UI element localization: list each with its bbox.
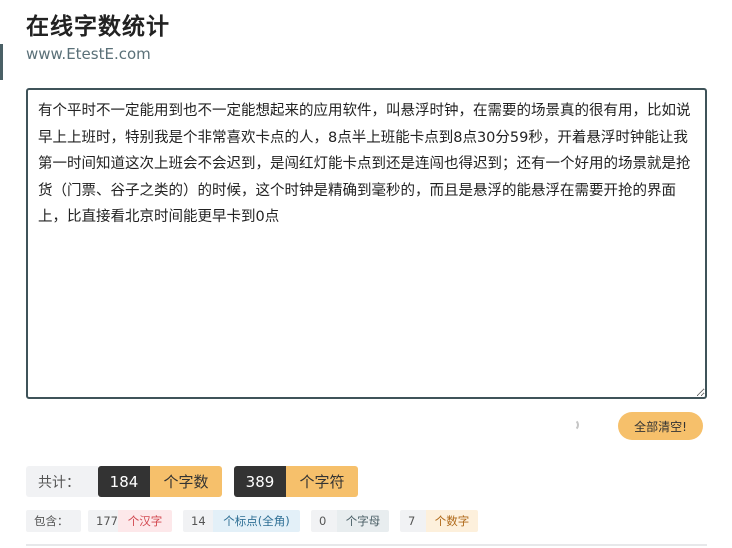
chars-count: 184 bbox=[98, 466, 150, 497]
symbols-count: 389 bbox=[234, 466, 286, 497]
page-header: 在线字数统计 www.EtestE.com bbox=[26, 12, 170, 64]
left-accent-bar bbox=[0, 44, 3, 80]
digits-stat: 7 个数字 bbox=[400, 510, 478, 532]
chars-stat: 184 个字数 bbox=[98, 466, 222, 497]
letters-stat: 0 个字母 bbox=[311, 510, 389, 532]
hanzi-count: 177 bbox=[88, 510, 118, 532]
text-input-wrapper bbox=[26, 88, 707, 399]
hanzi-stat: 177 个汉字 bbox=[88, 510, 172, 532]
page-title: 在线字数统计 bbox=[26, 14, 170, 40]
loading-spinner-icon bbox=[567, 419, 579, 431]
symbols-unit: 个字符 bbox=[286, 466, 358, 497]
divider bbox=[26, 544, 707, 546]
hanzi-unit: 个汉字 bbox=[118, 510, 172, 532]
letters-count: 0 bbox=[311, 510, 337, 532]
detail-breakdown: 包含： 177 个汉字 14 个标点(全角) 0 个字母 7 个数字 bbox=[26, 510, 489, 532]
clear-all-button[interactable]: 全部清空! bbox=[618, 412, 703, 440]
digits-count: 7 bbox=[400, 510, 426, 532]
chars-unit: 个字数 bbox=[150, 466, 222, 497]
letters-unit: 个字母 bbox=[337, 510, 389, 532]
totals-bar: 共计： 184 个字数 389 个字符 bbox=[26, 466, 358, 497]
detail-label: 包含： bbox=[26, 510, 81, 532]
text-input[interactable] bbox=[26, 88, 707, 399]
digits-unit: 个数字 bbox=[426, 510, 478, 532]
site-url: www.EtestE.com bbox=[26, 45, 151, 63]
totals-label: 共计： bbox=[26, 466, 98, 497]
punctuation-unit: 个标点(全角) bbox=[213, 510, 300, 532]
punctuation-count: 14 bbox=[183, 510, 213, 532]
punctuation-stat: 14 个标点(全角) bbox=[183, 510, 300, 532]
symbols-stat: 389 个字符 bbox=[234, 466, 358, 497]
